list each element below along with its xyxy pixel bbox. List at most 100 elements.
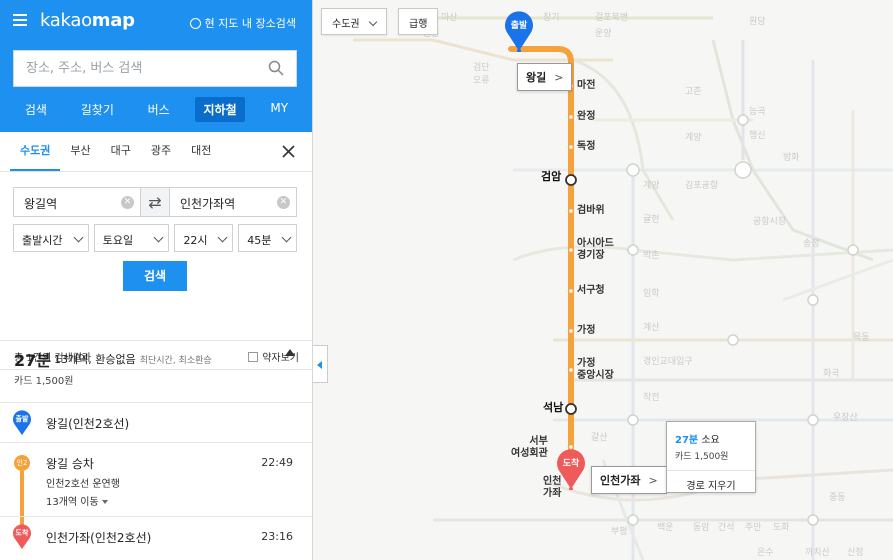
- start-callout-label: 왕길: [526, 71, 547, 84]
- time-selectors: 출발시간 토요일 22시 45분: [13, 224, 297, 252]
- region-tabs: 수도권 부산 대구 광주 대전: [0, 132, 312, 172]
- region-tab-busan[interactable]: 부산: [60, 132, 100, 171]
- region-tab-daejeon[interactable]: 대전: [181, 132, 221, 171]
- route-info: 13개역, 환승없음 최단시간, 최소환승: [54, 351, 212, 367]
- clear-destination-icon[interactable]: ✕: [277, 196, 290, 209]
- info-duration: 27분 소요: [675, 435, 720, 446]
- region-tab-capital[interactable]: 수도권: [10, 132, 61, 171]
- logo[interactable]: kakaomap: [40, 10, 135, 31]
- station-label[interactable]: 가정 중앙시장: [577, 358, 614, 382]
- faded-station-label: 임학: [643, 289, 660, 299]
- station-label[interactable]: 마전: [577, 80, 595, 92]
- menu-icon[interactable]: [13, 14, 27, 26]
- faded-station-label: 도화: [773, 523, 790, 533]
- station-label[interactable]: 석남: [543, 402, 563, 414]
- route-duration: 27분: [14, 351, 51, 370]
- stops-toggle[interactable]: 13개역 이동: [46, 493, 108, 508]
- faded-station-label: 우장산: [833, 413, 858, 423]
- faded-station-label: 방화: [783, 153, 800, 163]
- end-pin-label: 도착: [562, 459, 580, 469]
- area-select[interactable]: 수도권: [321, 8, 387, 35]
- region-tab-daegu[interactable]: 대구: [101, 132, 141, 171]
- search-icon[interactable]: [268, 60, 284, 76]
- hour-select[interactable]: 22시: [174, 224, 234, 252]
- start-station-callout[interactable]: 왕길 >: [517, 63, 573, 91]
- chevron-down-icon: [101, 500, 108, 504]
- faded-station-label: 백운: [657, 523, 674, 533]
- faded-station-label: 걸포북변: [595, 13, 629, 23]
- line-badge: 인2: [14, 455, 30, 471]
- route-panel: kakaomap 현 지도 내 장소검색 검색 길찾기 버스 지하철 MY 수도…: [0, 0, 313, 560]
- end-station: 인천가좌(인천2호선): [46, 531, 152, 545]
- swap-button[interactable]: ⇄: [141, 187, 169, 217]
- route-search-button[interactable]: 검색: [123, 261, 187, 291]
- panel-fold-button[interactable]: [313, 345, 328, 383]
- origin-field[interactable]: 왕길역 ✕: [13, 187, 141, 217]
- panel-header: kakaomap 현 지도 내 장소검색 검색 길찾기 버스 지하철 MY: [0, 0, 312, 132]
- close-icon[interactable]: [282, 145, 295, 158]
- route-summary[interactable]: 27분 13개역, 환승없음 최단시간, 최소환승 카드 1,500원: [0, 339, 312, 399]
- step-start: 출발 왕길(인천2호선): [0, 402, 312, 442]
- start-pin-icon: 출발: [12, 410, 32, 436]
- hour-value: 22시: [183, 234, 208, 247]
- chevron-left-icon: [317, 361, 322, 369]
- end-pin-icon[interactable]: 도착: [555, 448, 587, 491]
- board-time: 22:49: [261, 456, 293, 469]
- station-label[interactable]: 서부 여성회관: [511, 436, 548, 460]
- faded-station-label: 박촌: [643, 251, 660, 261]
- express-button[interactable]: 급행: [398, 8, 439, 35]
- start-pin-label: 출발: [510, 21, 528, 31]
- station-label[interactable]: 독정: [577, 141, 595, 153]
- station-label[interactable]: 아시아드 경기장: [577, 238, 614, 262]
- subway-map[interactable]: 양촌 마산 장기 운양 걸포북변 검단 오류 고촌 계양 계양 김포공항 귤현 …: [313, 0, 893, 560]
- faded-station-label: 부평: [611, 527, 628, 537]
- station-label[interactable]: 완정: [577, 111, 595, 123]
- end-station-callout[interactable]: 인천가좌 >: [591, 466, 667, 494]
- radio-icon: [189, 17, 201, 29]
- station-label[interactable]: 가정: [577, 325, 595, 337]
- clear-origin-icon[interactable]: ✕: [121, 196, 134, 209]
- collapse-up-icon[interactable]: [285, 349, 295, 356]
- search-box: [13, 50, 297, 87]
- tab-my[interactable]: MY: [262, 97, 296, 122]
- faded-station-label: 신정: [847, 548, 864, 558]
- chevron-right-icon: >: [554, 71, 564, 84]
- faded-station-label: 계양: [643, 181, 660, 191]
- chevron-down-icon: [153, 232, 164, 243]
- minute-select[interactable]: 45분: [238, 224, 297, 252]
- faded-station-label: 검단 오류: [473, 63, 490, 86]
- clear-route-button[interactable]: 경로 지우기: [667, 470, 755, 492]
- main-tabs: 검색 길찾기 버스 지하철 MY: [0, 97, 312, 122]
- search-input[interactable]: [14, 51, 254, 86]
- faded-station-label: 목동: [853, 333, 870, 343]
- tab-directions[interactable]: 길찾기: [73, 97, 122, 122]
- chevron-down-icon: [368, 17, 377, 27]
- region-tab-gwangju[interactable]: 광주: [141, 132, 181, 171]
- tab-bus[interactable]: 버스: [140, 97, 178, 122]
- destination-field[interactable]: 인천가좌역 ✕: [169, 187, 297, 217]
- faded-station-label: 까치산: [805, 548, 830, 558]
- tab-subway[interactable]: 지하철: [195, 97, 245, 122]
- faded-station-label: 원당: [749, 17, 766, 27]
- station-label[interactable]: 서구청: [577, 285, 605, 297]
- faded-station-label: 주안: [745, 523, 762, 533]
- start-pin-icon[interactable]: 출발: [503, 10, 535, 53]
- faded-station-label: 행신: [749, 131, 766, 141]
- time-type-select[interactable]: 출발시간: [13, 224, 89, 252]
- route-summary-text: 13개역, 환승없음: [54, 353, 136, 366]
- faded-station-label: 작전: [643, 393, 660, 403]
- step-end: 도착 인천가좌(인천2호선) 23:16: [0, 516, 312, 560]
- route-summary-sub: 최단시간, 최소환승: [139, 356, 212, 366]
- end-pin-icon: 도착: [12, 524, 32, 550]
- station-label[interactable]: 검암: [541, 171, 561, 183]
- station-label[interactable]: 검바위: [577, 205, 605, 217]
- map-area-search-toggle[interactable]: 현 지도 내 장소검색: [189, 15, 296, 31]
- faded-station-label: 운양: [595, 29, 612, 39]
- faded-station-label: 온수: [757, 548, 774, 558]
- faded-station-label: 화곡: [823, 369, 840, 379]
- faded-station-label: 동암: [693, 523, 710, 533]
- map-area-search-label: 현 지도 내 장소검색: [204, 17, 296, 30]
- day-select[interactable]: 토요일: [93, 224, 170, 252]
- tab-search[interactable]: 검색: [17, 97, 55, 122]
- info-fare: 카드 1,500원: [675, 452, 729, 462]
